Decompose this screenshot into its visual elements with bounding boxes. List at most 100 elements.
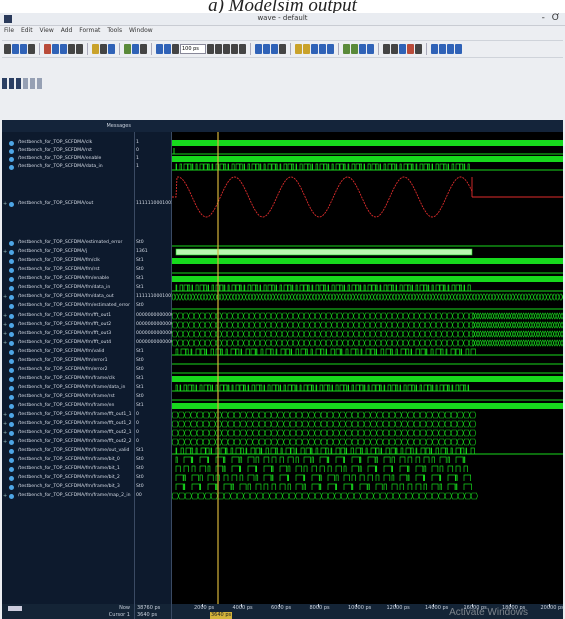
- signal-row[interactable]: /testbench_for_TOP_SCFDMA/fm/enable: [2, 275, 134, 283]
- signal-row[interactable]: /testbench_for_TOP_SCFDMA/fm/frame/out_v…: [2, 447, 134, 455]
- wave-format-icon[interactable]: [2, 77, 7, 89]
- run-length-field[interactable]: 100 ps: [180, 44, 206, 54]
- find-icon[interactable]: [92, 44, 99, 54]
- signal-row[interactable]: + /testbench_for_TOP_SCFDMA/fm/fft_out3: [2, 330, 134, 338]
- signal-row[interactable]: /testbench_for_TOP_SCFDMA/fm/frame/en: [2, 402, 134, 410]
- waveform-pane[interactable]: [172, 132, 563, 604]
- menu-edit[interactable]: Edit: [21, 27, 33, 34]
- signal-row[interactable]: /testbench_for_TOP_SCFDMA/fm/error1: [2, 357, 134, 365]
- undo-icon[interactable]: [68, 44, 75, 54]
- expand-icon[interactable]: +: [3, 438, 7, 446]
- expand-icon[interactable]: +: [3, 293, 7, 301]
- edit-mode-icon[interactable]: [399, 44, 406, 54]
- signal-row[interactable]: + /testbench_for_TOP_SCFDMA/fm/frame/fft_…: [2, 411, 134, 419]
- time-axis[interactable]: 3640 ps Activate Windows 2000 ps 4000 ps 6…: [172, 604, 564, 619]
- expand-icon[interactable]: +: [3, 312, 7, 320]
- zoom-in-icon[interactable]: [431, 44, 438, 54]
- add-cursor-icon[interactable]: [343, 44, 350, 54]
- step-back-icon[interactable]: [156, 44, 163, 54]
- compile-icon[interactable]: [100, 44, 107, 54]
- menu-window[interactable]: Window: [129, 27, 153, 34]
- signal-row[interactable]: + /testbench_for_TOP_SCFDMA/fm/frame/map_…: [2, 492, 134, 500]
- zoom-mode-icon[interactable]: [391, 44, 398, 54]
- wave-format-icon[interactable]: [23, 77, 28, 89]
- cut-icon[interactable]: [44, 44, 51, 54]
- expand-icon[interactable]: +: [3, 248, 7, 256]
- paste-icon[interactable]: [60, 44, 67, 54]
- continue-icon[interactable]: [215, 44, 222, 54]
- signal-row[interactable]: /testbench_for_TOP_SCFDMA/fm/data_in: [2, 284, 134, 292]
- window-controls[interactable]: - Ơ: [542, 13, 562, 23]
- layout-icon[interactable]: [140, 44, 147, 54]
- print-icon[interactable]: [28, 44, 35, 54]
- search-wave-icon[interactable]: [311, 44, 318, 54]
- select-mode-icon[interactable]: [383, 44, 390, 54]
- find-wave-icon[interactable]: [319, 44, 326, 54]
- wave-format-icon[interactable]: [37, 77, 42, 89]
- step-icon[interactable]: [239, 44, 246, 54]
- compile-all-icon[interactable]: [108, 44, 115, 54]
- menu-view[interactable]: View: [40, 27, 54, 34]
- signal-row[interactable]: /testbench_for_TOP_SCFDMA/estimated_erro…: [2, 239, 134, 247]
- signal-row[interactable]: + /testbench_for_TOP_SCFDMA/fm/fft_out2: [2, 321, 134, 329]
- edge-next-icon[interactable]: [303, 44, 310, 54]
- cursor-mode-icon[interactable]: [367, 44, 374, 54]
- signal-names-pane[interactable]: /testbench_for_TOP_SCFDMA/clk/testbench_…: [2, 132, 134, 604]
- trace-icon[interactable]: [327, 44, 334, 54]
- signal-row[interactable]: /testbench_for_TOP_SCFDMA/fm/frame/bit_2: [2, 474, 134, 482]
- signal-row[interactable]: /testbench_for_TOP_SCFDMA/fm/valid: [2, 348, 134, 356]
- signal-row[interactable]: /testbench_for_TOP_SCFDMA/fm/frame/clk: [2, 375, 134, 383]
- lock-cursor-icon[interactable]: [359, 44, 366, 54]
- break-icon[interactable]: [132, 44, 139, 54]
- step-out-icon[interactable]: [263, 44, 270, 54]
- step-over-icon[interactable]: [255, 44, 262, 54]
- redo-icon[interactable]: [76, 44, 83, 54]
- signal-row[interactable]: /testbench_for_TOP_SCFDMA/fm/frame/data_…: [2, 384, 134, 392]
- signal-row[interactable]: + /testbench_for_TOP_SCFDMA/fm/fft_out1: [2, 312, 134, 320]
- signal-row[interactable]: /testbench_for_TOP_SCFDMA/fm/frame/bit_0: [2, 456, 134, 464]
- wave-format-icon[interactable]: [30, 77, 35, 89]
- signal-row[interactable]: /testbench_for_TOP_SCFDMA/fm/clk: [2, 257, 134, 265]
- copy-icon[interactable]: [52, 44, 59, 54]
- signal-row[interactable]: + /testbench_for_TOP_SCFDMA/fm/frame/fft_…: [2, 438, 134, 446]
- expand-icon[interactable]: +: [3, 411, 7, 419]
- signal-row[interactable]: /testbench_for_TOP_SCFDMA/fm/frame/bit_1: [2, 465, 134, 473]
- menu-file[interactable]: File: [4, 27, 14, 34]
- signal-row[interactable]: /testbench_for_TOP_SCFDMA/data_in: [2, 163, 134, 171]
- signal-row[interactable]: /testbench_for_TOP_SCFDMA/rst: [2, 147, 134, 155]
- expand-icon[interactable]: +: [3, 420, 7, 428]
- stop-icon[interactable]: [231, 44, 238, 54]
- expand-icon[interactable]: +: [3, 429, 7, 437]
- simulate-icon[interactable]: [124, 44, 131, 54]
- zoom-full-icon[interactable]: [447, 44, 454, 54]
- expand-icon[interactable]: +: [3, 492, 7, 500]
- open-file-icon[interactable]: [12, 44, 19, 54]
- cursor-time-box[interactable]: 3640 ps: [210, 612, 233, 619]
- signal-row[interactable]: /testbench_for_TOP_SCFDMA/fm/frame/rst: [2, 393, 134, 401]
- expand-icon[interactable]: +: [3, 339, 7, 347]
- expand-icon[interactable]: +: [3, 200, 7, 208]
- signal-row[interactable]: + /testbench_for_TOP_SCFDMA/fm/data_out: [2, 293, 134, 301]
- wave-format-icon[interactable]: [16, 77, 21, 89]
- signal-row[interactable]: /testbench_for_TOP_SCFDMA/enable: [2, 155, 134, 163]
- wave-format-icon[interactable]: [9, 77, 14, 89]
- signal-row[interactable]: + /testbench_for_TOP_SCFDMA/j: [2, 248, 134, 256]
- signal-row[interactable]: + /testbench_for_TOP_SCFDMA/fm/fft_out4: [2, 339, 134, 347]
- delete-cursor-icon[interactable]: [351, 44, 358, 54]
- performance-icon[interactable]: [271, 44, 278, 54]
- menu-tools[interactable]: Tools: [107, 27, 122, 34]
- waveform-canvas[interactable]: [172, 132, 563, 604]
- signal-row[interactable]: + /testbench_for_TOP_SCFDMA/fm/frame/fft_…: [2, 420, 134, 428]
- restart-icon[interactable]: [172, 44, 179, 54]
- menu-add[interactable]: Add: [61, 27, 73, 34]
- signal-row[interactable]: /testbench_for_TOP_SCFDMA/fm/frame/bit_3: [2, 483, 134, 491]
- signal-row[interactable]: /testbench_for_TOP_SCFDMA/fm/error2: [2, 366, 134, 374]
- menu-format[interactable]: Format: [79, 27, 100, 34]
- memory-icon[interactable]: [279, 44, 286, 54]
- expand-icon[interactable]: +: [3, 330, 7, 338]
- new-file-icon[interactable]: [4, 44, 11, 54]
- signal-row[interactable]: + /testbench_for_TOP_SCFDMA/fm/frame/fft_…: [2, 429, 134, 437]
- signal-row[interactable]: /testbench_for_TOP_SCFDMA/fm/estimated_e…: [2, 302, 134, 310]
- save-icon[interactable]: [20, 44, 27, 54]
- expand-icon[interactable]: +: [3, 321, 7, 329]
